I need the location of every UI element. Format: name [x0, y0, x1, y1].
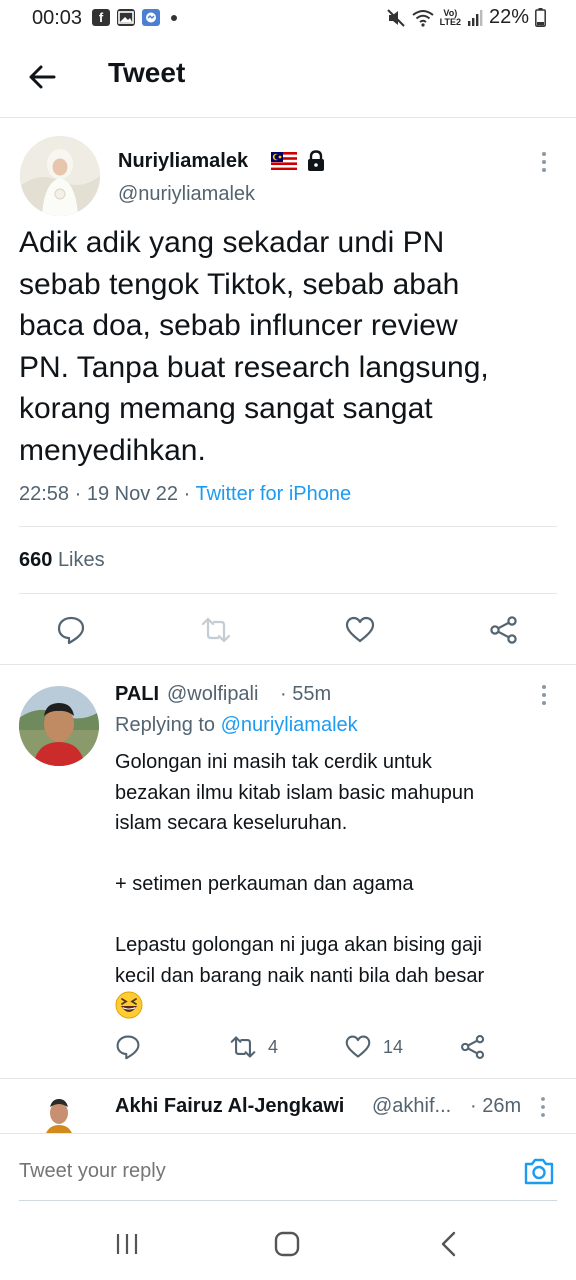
mute-icon [386, 8, 405, 27]
retweet-icon [201, 617, 231, 643]
likes-count-row[interactable]: 660 Likes [19, 549, 105, 572]
facebook-icon: f [92, 9, 110, 26]
more-notifications-dot [171, 14, 177, 21]
author-avatar[interactable] [20, 136, 100, 216]
meta-separator: · [74, 483, 82, 505]
reply-author-avatar[interactable] [19, 686, 99, 766]
camera-icon[interactable] [522, 1154, 556, 1188]
back-arrow-icon[interactable] [26, 60, 60, 94]
tweet-meta: 22:58 · 19 Nov 22 · Twitter for iPhone [19, 483, 351, 506]
reply-author-name[interactable]: PALI [115, 683, 159, 706]
likes-count: 660 [19, 549, 53, 571]
status-time: 00:03 [32, 7, 83, 29]
divider [19, 593, 557, 594]
messenger-icon [142, 9, 160, 26]
section-divider [0, 1078, 576, 1079]
reply-reply-icon[interactable] [115, 1034, 141, 1060]
wifi-icon [412, 9, 434, 27]
system-nav-bar [0, 1201, 576, 1280]
reply2-author-handle[interactable]: @akhif... [372, 1095, 451, 1118]
author-name[interactable]: Nuriyliamalek [118, 150, 248, 173]
replying-to-link[interactable]: @nuriyliamalek [221, 714, 358, 736]
reply-age: · 55m [280, 683, 332, 705]
gallery-icon [117, 9, 135, 26]
status-bar: 00:03 f Vo) LTE2 22% [0, 0, 576, 36]
home-icon[interactable] [270, 1227, 304, 1261]
reply-like-count: 14 [383, 1037, 404, 1057]
tweet-source[interactable]: Twitter for iPhone [195, 483, 351, 505]
grinning-squinting-face-icon [115, 991, 143, 1019]
reply-retweet-icon[interactable] [230, 1034, 256, 1060]
reply-icon[interactable] [56, 615, 86, 645]
recent-apps-icon[interactable] [110, 1227, 144, 1261]
reply-text: Golongan ini masih tak cerdik untuk beza… [115, 751, 485, 987]
tweet-text: Adik adik yang sekadar undi PN sebab ten… [19, 226, 489, 467]
system-back-icon[interactable] [432, 1227, 466, 1261]
reply-input[interactable] [19, 1160, 499, 1183]
meta-separator: · [183, 483, 191, 505]
reply-composer [0, 1133, 576, 1202]
reply-author-handle[interactable]: @wolfipali [167, 683, 258, 706]
status-right: Vo) LTE2 22% [386, 6, 546, 29]
tweet-date: 19 Nov 22 [86, 483, 179, 505]
notification-icons: f [92, 9, 177, 26]
tweet-time: 22:58 [19, 483, 70, 505]
lte-indicator: Vo) LTE2 [439, 7, 461, 27]
reply-like-heart-icon[interactable] [345, 1034, 371, 1060]
divider [19, 526, 557, 527]
reply2-more-options-icon[interactable] [536, 1096, 550, 1118]
reply-share-icon[interactable] [460, 1034, 486, 1060]
share-icon[interactable] [489, 615, 519, 645]
more-options-icon[interactable] [534, 149, 554, 175]
replying-to: Replying to @nuriyliamalek [115, 714, 358, 737]
author-handle[interactable]: @nuriyliamalek [118, 183, 255, 206]
page-title: Tweet [108, 57, 186, 88]
signal-icon [467, 9, 483, 26]
likes-label: Likes [57, 549, 105, 571]
battery-icon [535, 8, 546, 27]
malaysia-flag-icon [271, 152, 297, 170]
section-divider [0, 664, 576, 665]
top-app-bar: Tweet [0, 36, 576, 118]
battery-percent: 22% [488, 6, 529, 28]
reply2-age: · 26m [470, 1095, 522, 1117]
reply2-author-name[interactable]: Akhi Fairuz Al-Jengkawi [115, 1095, 344, 1118]
reply-retweet-count: 4 [268, 1037, 279, 1057]
like-heart-icon[interactable] [345, 615, 375, 645]
protected-lock-icon [308, 150, 324, 171]
replying-to-label: Replying to [115, 714, 216, 736]
reply-more-options-icon[interactable] [534, 683, 554, 707]
